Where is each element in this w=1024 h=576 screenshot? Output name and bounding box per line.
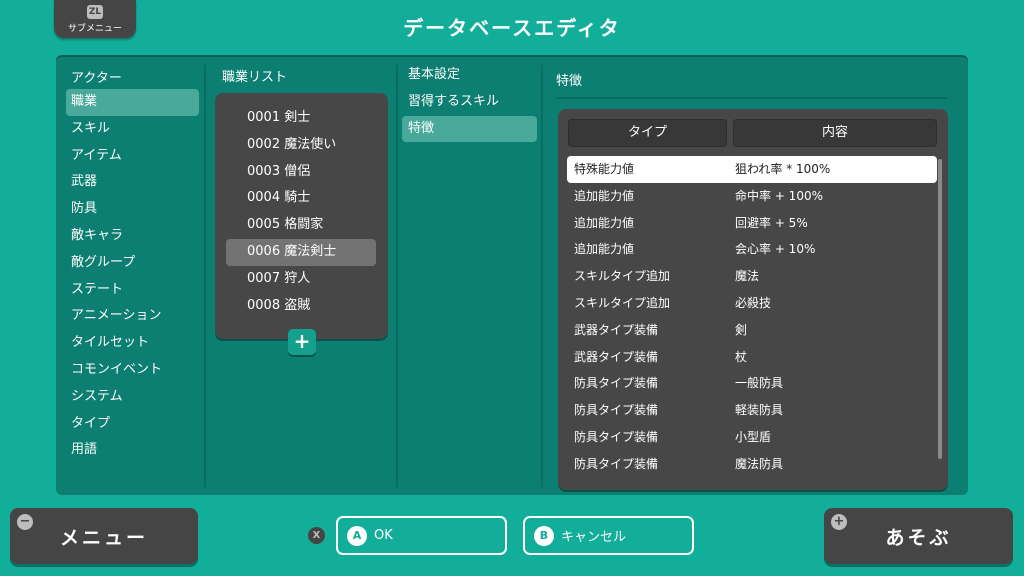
category-item[interactable]: 武器 bbox=[66, 169, 199, 196]
category-item[interactable]: タイプ bbox=[66, 411, 199, 438]
play-button-label: あそぶ bbox=[885, 526, 952, 549]
trait-row[interactable]: 防具タイプ装備 一般防具 bbox=[567, 370, 937, 397]
trait-row[interactable]: スキルタイプ追加 必殺技 bbox=[567, 290, 937, 317]
trait-row[interactable]: 特殊能力値 狙われ率 * 100% bbox=[567, 156, 937, 183]
section-tab[interactable]: 習得するスキル bbox=[402, 89, 537, 116]
trait-type: スキルタイプ追加 bbox=[574, 269, 671, 284]
category-item[interactable]: 防具 bbox=[66, 196, 199, 223]
minus-button-icon: − bbox=[17, 514, 33, 530]
trait-row[interactable]: 防具タイプ装備 小型盾 bbox=[567, 424, 937, 451]
trait-content: 命中率 + 100% bbox=[735, 188, 823, 203]
class-list-box: 0001 剣士 0002 魔法使い 0003 僧侶 0004 騎士 0005 格闘家 00… bbox=[215, 93, 388, 339]
menu-button[interactable]: − メニュー bbox=[10, 508, 198, 564]
class-item[interactable]: 0004 騎士 bbox=[226, 185, 376, 212]
cancel-button[interactable]: B キャンセル bbox=[523, 516, 694, 555]
b-button-icon: B bbox=[534, 525, 554, 546]
page-title: データベースエディタ bbox=[403, 16, 621, 40]
category-item[interactable]: スキル bbox=[66, 116, 199, 143]
column-divider bbox=[204, 65, 206, 487]
section-tab[interactable]: 特徴 bbox=[402, 115, 537, 143]
trait-type: 防具タイプ装備 bbox=[574, 376, 659, 391]
cancel-button-label: キャンセル bbox=[561, 530, 627, 545]
trait-content: 会心率 + 10% bbox=[735, 242, 816, 257]
section-tab[interactable]: 基本設定 bbox=[402, 62, 537, 89]
class-item[interactable]: 0003 僧侶 bbox=[226, 159, 376, 186]
trait-row[interactable]: 追加能力値 回避率 + 5% bbox=[567, 210, 937, 237]
class-item[interactable]: 0008 盗賊 bbox=[226, 293, 376, 320]
add-class-button[interactable]: + bbox=[288, 329, 316, 355]
a-button-icon: A bbox=[347, 525, 367, 546]
category-item[interactable]: 用語 bbox=[66, 437, 199, 464]
column-header-content[interactable]: 内容 bbox=[733, 119, 937, 147]
trait-content: 剣 bbox=[735, 322, 748, 337]
traits-table: タイプ 内容 特殊能力値 狙われ率 * 100% 追加能力値 命中率 + 100% 追加… bbox=[558, 109, 948, 490]
category-list: 職業 スキル アイテム 武器 防具 敵キャラ 敵グループ ステート アニメーション タイルセットコ… bbox=[66, 89, 199, 464]
trait-row[interactable]: 武器タイプ装備 杖 bbox=[567, 344, 937, 371]
trait-type: 追加能力値 bbox=[574, 215, 635, 230]
plus-button-icon: + bbox=[831, 514, 847, 530]
category-item[interactable]: 敵グループ bbox=[66, 250, 199, 277]
category-item[interactable]: 敵キャラ bbox=[66, 223, 199, 250]
class-item[interactable]: 0007 狩人 bbox=[226, 266, 376, 293]
menu-button-label: メニュー bbox=[59, 526, 148, 549]
class-item[interactable]: 0005 格闘家 bbox=[226, 212, 376, 239]
trait-row[interactable]: スキルタイプ追加 魔法 bbox=[567, 263, 937, 290]
trait-content: 小型盾 bbox=[735, 429, 772, 444]
class-item[interactable]: 0002 魔法使い bbox=[226, 132, 376, 159]
trait-type: スキルタイプ追加 bbox=[574, 295, 671, 310]
category-header[interactable]: アクター bbox=[71, 67, 122, 86]
category-item[interactable]: アイテム bbox=[66, 143, 199, 170]
trait-type: 武器タイプ装備 bbox=[574, 322, 659, 337]
plus-icon: + bbox=[293, 329, 311, 353]
trait-type: 武器タイプ装備 bbox=[574, 349, 659, 364]
trait-type: 防具タイプ装備 bbox=[574, 456, 659, 471]
trait-type: 追加能力値 bbox=[574, 242, 635, 257]
category-item[interactable]: システム bbox=[66, 384, 199, 411]
section-list: 基本設定 習得するスキル 特徴 bbox=[402, 62, 537, 143]
trait-row[interactable]: 追加能力値 会心率 + 10% bbox=[567, 236, 937, 263]
trait-content: 杖 bbox=[735, 349, 748, 364]
traits-list: 特殊能力値 狙われ率 * 100% 追加能力値 命中率 + 100% 追加能力値 回避率 … bbox=[567, 156, 937, 478]
column-header-type[interactable]: タイプ bbox=[568, 119, 727, 147]
ok-button-label: OK bbox=[374, 528, 393, 543]
traits-scrollbar[interactable] bbox=[938, 159, 942, 459]
editor-panel: アクター 職業 スキル アイテム 武器 防具 敵キャラ 敵グループ ステート アニメーション タイ… bbox=[56, 55, 968, 495]
trait-row[interactable]: 追加能力値 命中率 + 100% bbox=[567, 183, 937, 210]
category-item[interactable]: 職業 bbox=[66, 89, 199, 116]
trait-row[interactable]: 防具タイプ装備 魔法防具 bbox=[567, 451, 937, 478]
play-button[interactable]: + あそぶ bbox=[824, 508, 1013, 564]
class-list-header: 職業リスト bbox=[222, 70, 288, 85]
trait-type: 防具タイプ装備 bbox=[574, 429, 659, 444]
traits-title: 特徴 bbox=[556, 74, 583, 89]
class-list: 0001 剣士 0002 魔法使い 0003 僧侶 0004 騎士 0005 格闘家 00… bbox=[226, 105, 376, 319]
trait-content: 一般防具 bbox=[735, 376, 784, 391]
trait-row[interactable]: 武器タイプ装備 剣 bbox=[567, 317, 937, 344]
trait-type: 防具タイプ装備 bbox=[574, 403, 659, 418]
category-item[interactable]: アニメーション bbox=[66, 303, 199, 330]
class-item[interactable]: 0006 魔法剣士 bbox=[226, 238, 376, 266]
category-item[interactable]: タイルセット bbox=[66, 330, 199, 357]
category-item[interactable]: ステート bbox=[66, 277, 199, 304]
class-item[interactable]: 0001 剣士 bbox=[226, 105, 376, 132]
trait-type: 特殊能力値 bbox=[574, 162, 635, 176]
column-divider bbox=[396, 65, 398, 487]
x-button-icon: X bbox=[308, 527, 325, 544]
column-divider bbox=[541, 65, 543, 487]
trait-content: 魔法 bbox=[735, 269, 760, 284]
category-item[interactable]: コモンイベント bbox=[66, 357, 199, 384]
trait-content: 魔法防具 bbox=[735, 456, 784, 471]
trait-content: 回避率 + 5% bbox=[735, 215, 808, 230]
trait-content: 軽装防具 bbox=[735, 403, 784, 418]
trait-type: 追加能力値 bbox=[574, 188, 635, 203]
trait-content: 必殺技 bbox=[735, 295, 772, 310]
trait-row[interactable]: 防具タイプ装備 軽装防具 bbox=[567, 397, 937, 424]
trait-content: 狙われ率 * 100% bbox=[735, 162, 831, 176]
traits-divider bbox=[556, 97, 947, 99]
ok-button[interactable]: A OK bbox=[336, 516, 507, 555]
